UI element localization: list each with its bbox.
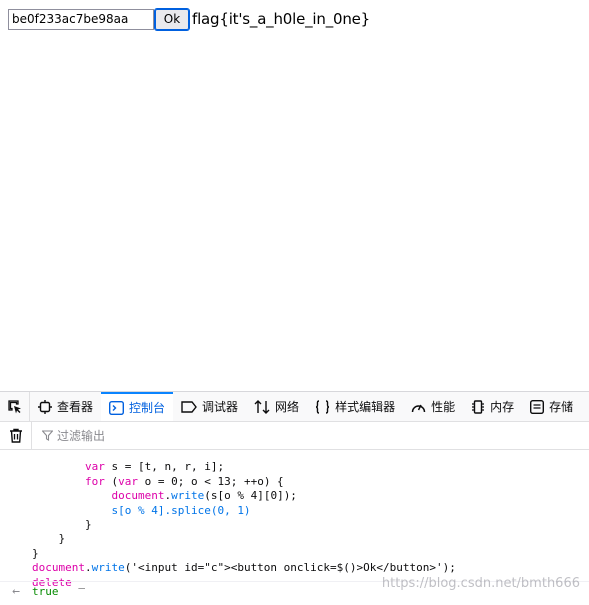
- tab-label: 存储: [549, 400, 574, 414]
- flag-form: Ok flag{it's_a_h0le_in_0ne}: [8, 7, 371, 31]
- code-token: }: [32, 546, 39, 560]
- memory-icon: [471, 399, 485, 414]
- filter-placeholder: 过滤输出: [57, 429, 106, 443]
- code-token: s = [t, n, r, i];: [104, 460, 225, 474]
- tab-label: 网络: [275, 400, 300, 414]
- code-token: var: [118, 474, 138, 488]
- code-input[interactable]: [8, 8, 154, 30]
- console-code-line: document.write(s[o % 4][0]);: [32, 489, 456, 503]
- console-code-line: var s = [t, n, r, i];: [32, 460, 456, 474]
- code-token: for: [84, 474, 105, 488]
- code-token: o = 0; o < 13; ++o) {: [137, 474, 284, 488]
- console-code-line: }: [32, 547, 456, 561]
- console-filter-bar: 过滤输出: [0, 421, 589, 450]
- code-token: }: [58, 532, 66, 546]
- console-output: var s = [t, n, r, i]; for (var o = 0; o …: [0, 450, 589, 604]
- filter-icon: [42, 430, 53, 441]
- flag-text: flag{it's_a_h0le_in_0ne}: [192, 10, 371, 28]
- console-code-line: s[o % 4].splice(0, 1): [32, 504, 456, 518]
- code-token: var: [84, 460, 105, 474]
- storage-icon: [530, 399, 545, 414]
- inspector-icon: [38, 399, 52, 414]
- console-code-line: [32, 450, 456, 460]
- code-token: write: [171, 489, 205, 503]
- code-token: (s[o % 4][0]);: [204, 489, 297, 503]
- trash-icon: [9, 428, 22, 443]
- tab-storage[interactable]: 存储: [522, 392, 581, 421]
- console-input-code: var s = [t, n, r, i]; for (var o = 0; o …: [32, 450, 456, 590]
- code-token: (: [104, 474, 119, 488]
- code-token: document: [32, 561, 85, 575]
- debugger-icon: [181, 400, 197, 413]
- result-arrow-icon: ←: [12, 584, 20, 600]
- devtools-toolbar: 查看器 控制台 调试器 网络 样式编辑器 性能 内存 存储: [0, 392, 589, 422]
- tab-label: 控制台: [129, 401, 166, 415]
- filter-output-input[interactable]: 过滤输出: [32, 427, 105, 444]
- code-token: write: [91, 561, 125, 575]
- console-code-line: }: [32, 532, 456, 546]
- tab-inspector[interactable]: 查看器: [30, 392, 101, 421]
- tab-label: 查看器: [57, 400, 94, 414]
- code-token: s[o % 4].splice(0, 1): [111, 503, 251, 517]
- result-value: true: [32, 585, 59, 599]
- ok-button[interactable]: Ok: [154, 7, 190, 31]
- tab-memory[interactable]: 内存: [463, 392, 522, 421]
- element-picker-button[interactable]: [0, 392, 30, 421]
- style-editor-icon: [315, 399, 330, 414]
- code-token: }: [84, 517, 92, 531]
- tab-console[interactable]: 控制台: [101, 392, 174, 421]
- tab-performance[interactable]: 性能: [403, 392, 463, 421]
- tab-debugger[interactable]: 调试器: [173, 392, 246, 421]
- page-content: Ok flag{it's_a_h0le_in_0ne}: [0, 0, 589, 390]
- code-token: ('<input id="c"><button onclick=$()>Ok</…: [124, 561, 456, 575]
- watermark: https://blog.csdn.net/bmth666: [381, 576, 580, 591]
- console-icon: [109, 400, 125, 415]
- tab-label: 内存: [490, 400, 515, 414]
- tab-label: 调试器: [202, 400, 239, 414]
- code-token: document: [111, 489, 165, 503]
- tab-label: 样式编辑器: [335, 400, 396, 414]
- tab-network[interactable]: 网络: [246, 392, 307, 421]
- console-code-line: for (var o = 0; o < 13; ++o) {: [32, 475, 456, 489]
- devtools-panel: 查看器 控制台 调试器 网络 样式编辑器 性能 内存 存储 过滤输出 var s…: [0, 391, 589, 605]
- tab-style-editor[interactable]: 样式编辑器: [307, 392, 403, 421]
- console-code-line: }: [32, 518, 456, 532]
- code-token: .: [84, 561, 92, 575]
- network-icon: [254, 399, 270, 414]
- console-code-line: document.write('<input id="c"><button on…: [32, 561, 456, 575]
- element-picker-icon: [7, 399, 21, 413]
- clear-console-button[interactable]: [0, 421, 32, 450]
- performance-icon: [411, 400, 426, 413]
- tab-label: 性能: [431, 400, 456, 414]
